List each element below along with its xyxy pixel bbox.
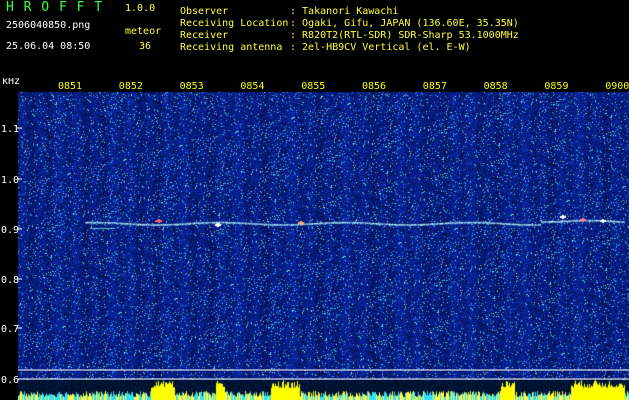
- time-tick-label: 0855: [301, 81, 325, 92]
- freq-tick-label: 1.0: [1, 175, 19, 186]
- info-key-location: Receiving Location: [180, 18, 289, 29]
- frequency-axis: 1.1 1.0 0.9 0.8 0.7 0.6: [1, 124, 22, 386]
- time-tick-label: 0854: [240, 81, 264, 92]
- file-name: 2506040850.png: [6, 20, 91, 31]
- unit-label: kHz: [2, 78, 20, 87]
- freq-tick-label: 0.8: [1, 275, 19, 286]
- time-tick-label: 0853: [180, 81, 204, 92]
- info-value-antenna: : 2el-HB9CV Vertical (el. E-W): [290, 42, 471, 53]
- info-value-receiver: : R820T2(RTL-SDR) SDR-Sharp 53.1000MHz: [290, 30, 519, 41]
- info-key-observer: Observer: [180, 6, 229, 17]
- freq-tick-label: 1.1: [1, 124, 19, 135]
- time-tick-label: 0900: [605, 81, 629, 92]
- info-value-location: : Ogaki, Gifu, JAPAN (136.60E, 35.35N): [290, 18, 519, 29]
- time-tick-label: 0858: [484, 81, 508, 92]
- app-name: H R O F F T: [6, 0, 104, 15]
- date-time: 25.06.04 08:50: [6, 41, 91, 52]
- info-key-antenna: Receiving antenna: [180, 42, 283, 53]
- meteor-count: 36: [139, 41, 152, 52]
- time-tick-label: 0856: [362, 81, 386, 92]
- freq-tick-label: 0.9: [1, 225, 19, 236]
- info-key-receiver: Receiver: [180, 30, 229, 41]
- freq-tick-label: 0.6: [1, 375, 19, 386]
- time-axis: 0851 0852 0853 0854 0855 0856 0857 0858 0859 0900: [58, 81, 629, 92]
- time-tick-label: 0859: [544, 81, 568, 92]
- header-panel: H R O F F T 1.0.0 2506040850.png meteor …: [0, 0, 629, 78]
- time-tick-label: 0857: [423, 81, 447, 92]
- freq-tick-label: 0.7: [1, 324, 19, 335]
- meteor-label: meteor: [125, 26, 162, 37]
- time-tick-label: 0851: [58, 81, 82, 92]
- time-tick-label: 0852: [119, 81, 143, 92]
- info-value-observer: : Takanori Kawachi: [290, 6, 399, 17]
- spectrogram-overlay: kHz 1.11.00.90.80.70.6 0851 0852 0853 0854 0…: [1, 78, 629, 386]
- app-version: 1.0.0: [125, 3, 156, 14]
- axis-layer: kHz: [2, 78, 629, 380]
